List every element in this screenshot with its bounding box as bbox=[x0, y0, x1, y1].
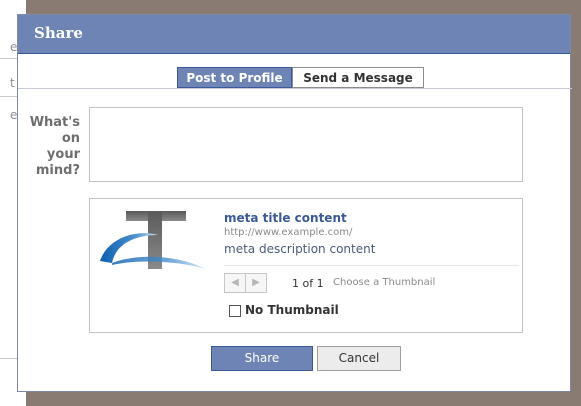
arrow-right-icon: ▶ bbox=[252, 277, 260, 288]
choose-thumbnail-label: Choose a Thumbnail bbox=[333, 277, 436, 288]
attachment-divider bbox=[224, 265, 519, 266]
arrow-left-icon: ◀ bbox=[231, 277, 239, 288]
status-prompt: What's on your mind? bbox=[18, 115, 80, 179]
link-thumbnail-image bbox=[100, 211, 206, 269]
status-textarea[interactable] bbox=[89, 107, 523, 182]
link-description[interactable]: meta description content bbox=[224, 242, 375, 256]
no-thumbnail-label[interactable]: No Thumbnail bbox=[245, 303, 339, 317]
next-thumbnail-button[interactable]: ▶ bbox=[245, 273, 267, 293]
link-url: http://www.example.com/ bbox=[224, 227, 353, 238]
tab-divider bbox=[18, 88, 572, 89]
prompt-line: on bbox=[61, 131, 80, 146]
dialog-title: Share bbox=[34, 24, 83, 42]
dialog-titlebar: Share bbox=[18, 15, 570, 54]
share-dialog: Share Post to Profile Send a Message Wha… bbox=[17, 14, 572, 392]
link-title[interactable]: meta title content bbox=[224, 211, 347, 225]
background-text: t bbox=[10, 76, 15, 90]
thumbnail-count: 1 of 1 bbox=[292, 277, 324, 290]
prompt-line: What's bbox=[29, 115, 80, 130]
no-thumbnail-checkbox[interactable] bbox=[229, 305, 241, 317]
tab-post-to-profile[interactable]: Post to Profile bbox=[177, 67, 292, 88]
prompt-line: your bbox=[46, 147, 80, 162]
link-attachment: meta title content http://www.example.co… bbox=[89, 198, 523, 333]
prompt-line: mind? bbox=[35, 163, 80, 178]
prev-thumbnail-button[interactable]: ◀ bbox=[224, 273, 246, 293]
cancel-button[interactable]: Cancel bbox=[317, 346, 401, 371]
share-button[interactable]: Share bbox=[211, 346, 313, 371]
tab-send-message[interactable]: Send a Message bbox=[292, 67, 424, 88]
